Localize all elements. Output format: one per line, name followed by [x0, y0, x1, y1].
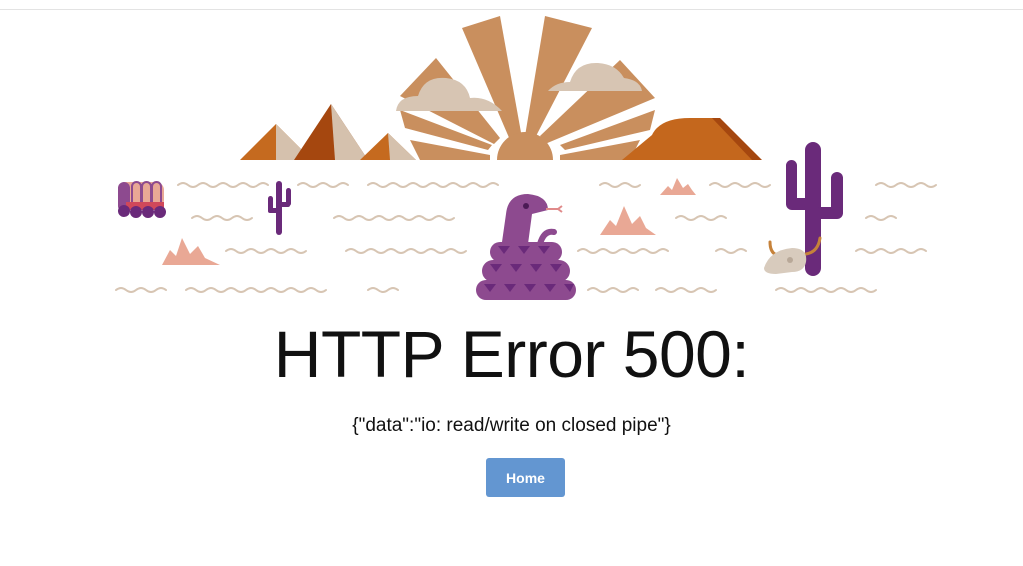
- error-message: {"data":"io: read/write on closed pipe"}: [352, 415, 671, 436]
- home-button[interactable]: Home: [486, 458, 565, 497]
- error-title: HTTP Error 500:: [273, 317, 750, 391]
- pyramids-icon: [240, 104, 416, 160]
- small-cactus-icon: [268, 181, 291, 235]
- wagon-icon: [118, 181, 166, 218]
- desert-illustration: [115, 16, 937, 300]
- snake-icon: [476, 194, 576, 300]
